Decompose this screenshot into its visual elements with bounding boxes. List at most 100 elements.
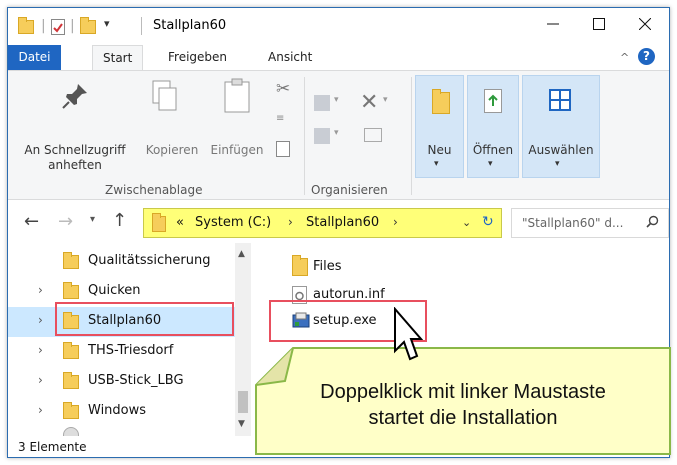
instruction-callout: Doppelklick mit linker Maustaste startet… xyxy=(255,347,671,455)
group-separator xyxy=(411,77,412,195)
refresh-icon[interactable]: ↻ xyxy=(482,214,494,230)
callout-line-1: Doppelklick mit linker Maustaste xyxy=(320,381,606,403)
nav-scrollbar[interactable]: ▲ ▼ xyxy=(235,243,251,436)
new-folder-icon xyxy=(432,89,450,114)
crumb-system[interactable]: System (C:) xyxy=(195,215,271,230)
search-input[interactable]: "Stallplan60" d... xyxy=(511,208,669,238)
scroll-up-icon[interactable]: ▲ xyxy=(238,249,245,259)
select-all-icon xyxy=(549,89,571,115)
new-dropdown-icon: ▾ xyxy=(434,159,439,169)
customize-qat-icon[interactable]: ▾ xyxy=(104,17,110,30)
window-title: Stallplan60 xyxy=(153,18,227,33)
nav-item-label: Quicken xyxy=(88,283,141,298)
help-icon[interactable]: ? xyxy=(638,48,655,65)
back-arrow-icon[interactable]: ← xyxy=(24,211,39,232)
recent-locations-icon[interactable]: ▾ xyxy=(90,214,95,225)
title-bar: | | ▾ Stallplan60 xyxy=(8,8,669,45)
new-folder-icon[interactable] xyxy=(80,17,96,34)
cut-icon[interactable]: ✂ xyxy=(276,79,290,99)
forward-arrow-icon[interactable]: → xyxy=(58,211,73,232)
callout-text: Doppelklick mit linker Maustaste startet… xyxy=(255,379,671,431)
chevron-right-icon[interactable]: › xyxy=(38,343,43,357)
nav-item-windows[interactable]: › Windows xyxy=(8,397,248,427)
chevron-right-icon[interactable]: › xyxy=(38,283,43,297)
folder-icon xyxy=(152,213,166,232)
copy-button[interactable]: Kopieren xyxy=(140,143,204,158)
mouse-cursor-icon xyxy=(394,307,423,361)
open-icon xyxy=(484,89,502,113)
ribbon-tabs: Datei Start Freigeben Ansicht ^ ? xyxy=(8,45,669,71)
address-dropdown-icon[interactable]: ⌄ xyxy=(462,216,471,229)
tab-datei[interactable]: Datei xyxy=(8,45,61,70)
chevron-right-icon[interactable]: › xyxy=(38,313,43,327)
folder-icon xyxy=(63,282,79,299)
chevron-right-icon[interactable]: › xyxy=(38,403,43,417)
tab-ansicht[interactable]: Ansicht xyxy=(258,45,322,70)
crumb-separator-icon[interactable]: › xyxy=(288,215,293,229)
minimize-button[interactable] xyxy=(530,8,576,40)
crumb-stallplan60[interactable]: Stallplan60 xyxy=(306,215,379,230)
copy-path-icon[interactable]: ≡ xyxy=(276,113,284,124)
pin-label-line2: anheften xyxy=(48,158,102,172)
folder-icon xyxy=(63,402,79,419)
crumb-separator-icon[interactable]: › xyxy=(393,215,398,229)
group-separator xyxy=(304,77,305,195)
delete-dropdown-icon[interactable]: ▾ xyxy=(383,95,388,105)
folder-icon xyxy=(63,342,79,359)
organize-group-label: Organisieren xyxy=(311,183,388,197)
folder-icon xyxy=(63,372,79,389)
copy-to-dropdown-icon[interactable]: ▾ xyxy=(334,128,339,138)
collapse-ribbon-icon[interactable]: ^ xyxy=(620,51,629,64)
nav-item-label: USB-Stick_LBG xyxy=(88,373,184,388)
nav-item-qualitaetssicherung[interactable]: Qualitätssicherung xyxy=(8,247,248,277)
rename-icon[interactable] xyxy=(364,128,382,142)
folder-icon xyxy=(292,255,308,276)
highlight-stallplan60 xyxy=(55,302,234,336)
file-name: Files xyxy=(313,259,342,274)
paste-shortcut-icon[interactable] xyxy=(276,141,290,157)
scroll-thumb[interactable] xyxy=(238,391,248,413)
close-button[interactable] xyxy=(622,8,668,40)
new-label: Neu xyxy=(427,143,452,157)
folder-icon xyxy=(18,17,34,34)
search-placeholder: "Stallplan60" d... xyxy=(522,216,624,230)
address-bar[interactable]: « System (C:) › Stallplan60 › ⌄ ↻ xyxy=(143,208,502,238)
select-dropdown-icon: ▾ xyxy=(555,159,560,169)
title-divider xyxy=(141,17,142,35)
separator-icon: | xyxy=(70,18,75,34)
separator-icon: | xyxy=(41,18,46,34)
callout-line-2: startet die Installation xyxy=(368,407,558,429)
maximize-button[interactable] xyxy=(576,8,622,40)
delete-icon[interactable]: ✕ xyxy=(360,90,378,115)
paste-button[interactable]: Einfügen xyxy=(206,143,268,158)
address-overflow-icon[interactable]: « xyxy=(176,215,184,230)
paste-icon xyxy=(222,77,252,119)
item-count: 3 Elemente xyxy=(18,440,87,454)
copy-to-icon[interactable] xyxy=(314,128,330,144)
up-arrow-icon[interactable]: ↑ xyxy=(112,210,127,231)
properties-icon[interactable] xyxy=(51,19,65,35)
folder-icon xyxy=(63,252,79,269)
scroll-down-icon[interactable]: ▼ xyxy=(238,419,245,429)
pin-icon xyxy=(60,81,90,115)
nav-item-label: Windows xyxy=(88,403,147,418)
copy-icon xyxy=(151,79,179,117)
nav-item-usb-stick-lbg[interactable]: › USB-Stick_LBG xyxy=(8,367,248,397)
pin-to-quick-access-button[interactable]: An Schnellzugriff anheften xyxy=(12,143,138,173)
open-dropdown-icon: ▾ xyxy=(488,159,493,169)
nav-item-ths-triesdorf[interactable]: › THS-Triesdorf xyxy=(8,337,248,367)
tab-freigeben[interactable]: Freigeben xyxy=(158,45,237,70)
clipboard-group-label: Zwischenablage xyxy=(105,183,203,197)
pin-label-line1: An Schnellzugriff xyxy=(24,143,126,157)
nav-item-label: Qualitätssicherung xyxy=(88,253,211,268)
move-to-dropdown-icon[interactable]: ▾ xyxy=(334,95,339,105)
move-to-icon[interactable] xyxy=(314,95,330,111)
nav-item-label: THS-Triesdorf xyxy=(88,343,174,358)
chevron-right-icon[interactable]: › xyxy=(38,373,43,387)
tab-start[interactable]: Start xyxy=(92,45,144,71)
search-icon xyxy=(646,215,659,231)
open-label: Öffnen xyxy=(472,143,514,157)
ribbon: An Schnellzugriff anheften Kopieren Einf… xyxy=(8,70,669,200)
select-label: Auswählen xyxy=(528,143,594,157)
navigation-pane: Qualitätssicherung › Quicken › Stallplan… xyxy=(8,243,260,439)
